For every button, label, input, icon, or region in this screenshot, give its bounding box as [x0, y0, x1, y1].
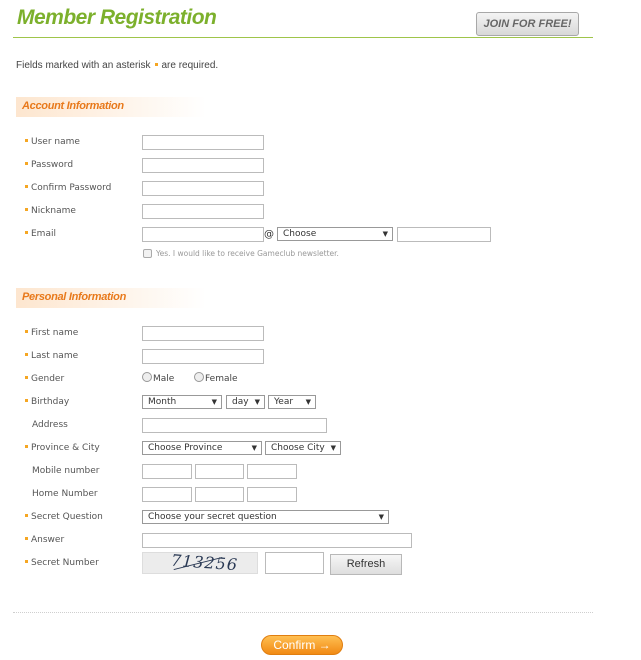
first-name-input[interactable] — [142, 326, 264, 341]
required-asterisk-icon — [25, 162, 28, 165]
required-asterisk-icon — [25, 537, 28, 540]
confirm-password-label: Confirm Password — [31, 183, 112, 193]
required-note-text-before: Fields marked with an asterisk — [16, 60, 151, 71]
email-domain-select-value: Choose — [283, 229, 317, 239]
home-number-part3-input[interactable] — [247, 487, 297, 502]
secret-number-input[interactable] — [265, 552, 324, 574]
birthday-year-select[interactable]: Year ▼ — [268, 395, 316, 409]
email-label: Email — [31, 229, 56, 239]
answer-input[interactable] — [142, 533, 412, 548]
secret-number-label: Secret Number — [31, 558, 99, 568]
mobile-number-part2-input[interactable] — [195, 464, 244, 479]
answer-label: Answer — [31, 535, 65, 545]
confirm-button[interactable]: Confirm → — [261, 635, 343, 655]
required-note-text-after: are required. — [161, 60, 219, 71]
newsletter-label: Yes. I would like to receive Gameclub ne… — [156, 249, 339, 258]
required-asterisk-icon — [25, 231, 28, 234]
required-fields-note: Fields marked with an asterisk are requir… — [16, 60, 218, 71]
required-asterisk-icon — [25, 399, 28, 402]
address-input[interactable] — [142, 418, 327, 433]
last-name-label: Last name — [31, 351, 79, 361]
dropdown-arrow-icon: ▼ — [254, 398, 260, 406]
section-header-personal: Personal Information — [16, 288, 206, 308]
nickname-input[interactable] — [142, 204, 264, 219]
dropdown-arrow-icon: ▼ — [251, 444, 257, 452]
mobile-number-part1-input[interactable] — [142, 464, 192, 479]
birthday-day-select[interactable]: day ▼ — [226, 395, 265, 409]
email-domain-select[interactable]: Choose ▼ — [277, 227, 393, 241]
province-city-label: Province & City — [31, 443, 100, 453]
newsletter-checkbox[interactable] — [143, 249, 152, 258]
required-asterisk-icon — [25, 445, 28, 448]
page-title: Member Registration — [17, 6, 217, 29]
province-select[interactable]: Choose Province ▼ — [142, 441, 262, 455]
last-name-input[interactable] — [142, 349, 264, 364]
birthday-label: Birthday — [31, 397, 70, 407]
required-asterisk-icon — [25, 139, 28, 142]
secret-question-select[interactable]: Choose your secret question ▼ — [142, 510, 389, 524]
required-asterisk-icon — [25, 208, 28, 211]
city-select[interactable]: Choose City ▼ — [265, 441, 341, 455]
gender-male-radio[interactable] — [142, 372, 152, 382]
dropdown-arrow-icon: ▼ — [378, 513, 384, 521]
gender-male-label: Male — [153, 374, 175, 384]
mobile-number-part3-input[interactable] — [247, 464, 297, 479]
birthday-month-value: Month — [148, 397, 177, 407]
required-asterisk-icon — [25, 353, 28, 356]
home-number-part1-input[interactable] — [142, 487, 192, 502]
username-input[interactable] — [142, 135, 264, 150]
password-input[interactable] — [142, 158, 264, 173]
required-asterisk-icon — [25, 514, 28, 517]
secret-question-value: Choose your secret question — [148, 512, 277, 522]
gender-female-label: Female — [205, 374, 238, 384]
section-header-account: Account Information — [16, 97, 206, 117]
required-asterisk-icon — [25, 330, 28, 333]
address-label: Address — [32, 420, 68, 430]
dropdown-arrow-icon: ▼ — [211, 398, 217, 406]
title-divider — [13, 37, 593, 38]
captcha-text: 713256 — [170, 550, 239, 575]
section-title-personal: Personal Information — [22, 291, 127, 303]
home-number-label: Home Number — [32, 489, 98, 499]
dropdown-arrow-icon: ▼ — [305, 398, 311, 406]
gender-female-radio[interactable] — [194, 372, 204, 382]
required-asterisk-icon — [25, 185, 28, 188]
city-select-value: Choose City — [271, 443, 325, 453]
birthday-month-select[interactable]: Month ▼ — [142, 395, 222, 409]
gender-label: Gender — [31, 374, 65, 384]
dropdown-arrow-icon: ▼ — [382, 230, 388, 238]
asterisk-dot-icon — [154, 63, 158, 67]
email-user-input[interactable] — [142, 227, 264, 242]
email-domain-input[interactable] — [397, 227, 491, 242]
required-asterisk-icon — [25, 376, 28, 379]
password-label: Password — [31, 160, 74, 170]
refresh-captcha-button[interactable]: Refresh — [330, 554, 402, 575]
mobile-number-label: Mobile number — [32, 466, 100, 476]
confirm-password-input[interactable] — [142, 181, 264, 196]
first-name-label: First name — [31, 328, 79, 338]
footer-divider — [13, 612, 593, 613]
nickname-label: Nickname — [31, 206, 76, 216]
birthday-year-value: Year — [274, 397, 294, 407]
province-select-value: Choose Province — [148, 443, 223, 453]
dropdown-arrow-icon: ▼ — [330, 444, 336, 452]
required-asterisk-icon — [25, 560, 28, 563]
home-number-part2-input[interactable] — [195, 487, 244, 502]
birthday-day-value: day — [232, 397, 249, 407]
username-label: User name — [31, 137, 80, 147]
email-at-sign: @ — [264, 229, 274, 240]
section-title-account: Account Information — [22, 100, 124, 112]
captcha-image: 713256 — [142, 550, 258, 575]
join-for-free-button[interactable]: JOIN FOR FREE! — [476, 12, 579, 36]
secret-question-label: Secret Question — [31, 512, 103, 522]
